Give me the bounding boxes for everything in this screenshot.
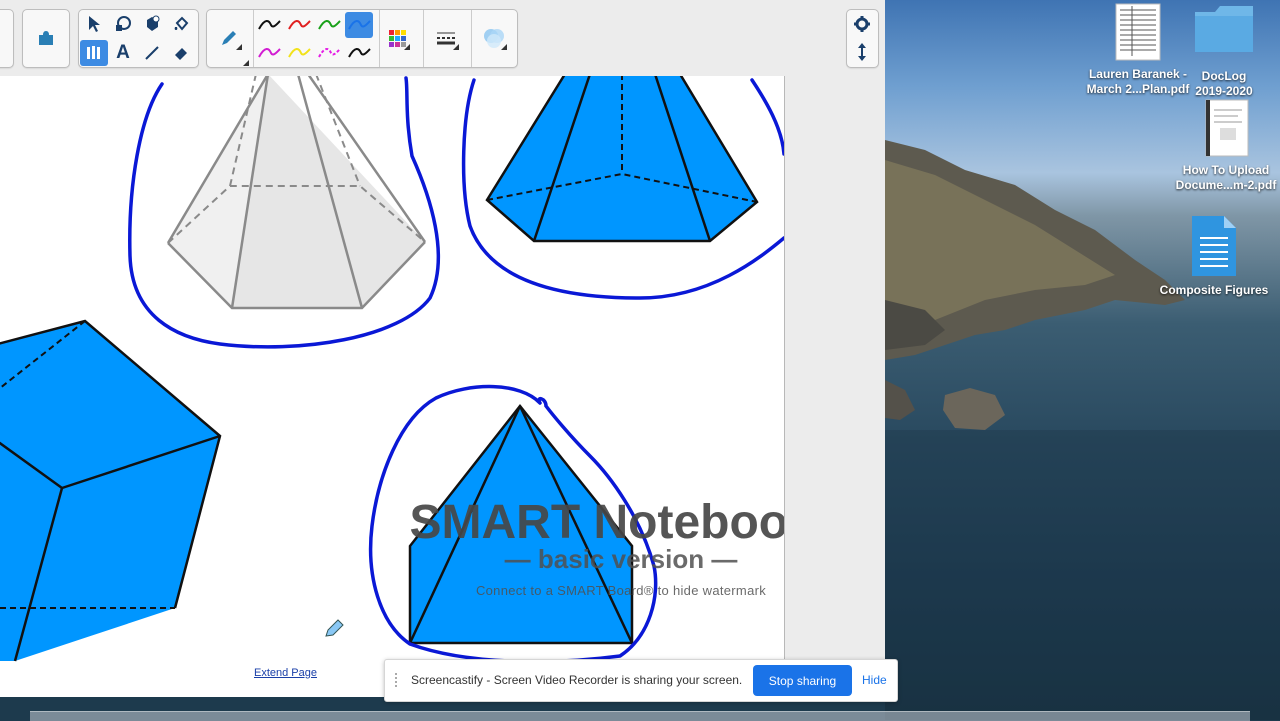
- drag-handle-icon[interactable]: [395, 673, 403, 687]
- paint-bucket-icon[interactable]: [167, 11, 195, 37]
- pdf-icon: [1205, 99, 1249, 157]
- desktop-file-how-to-upload[interactable]: How To Upload Docume...m-2.pdf: [1166, 98, 1280, 193]
- selected-pen-highlight: [345, 12, 373, 38]
- desktop-file-label: How To Upload Docume...m-2.pdf: [1175, 163, 1277, 192]
- transparency-icon[interactable]: [480, 25, 508, 51]
- pen-color-swatches[interactable]: [255, 12, 377, 66]
- puzzle-icon[interactable]: [32, 25, 60, 51]
- pen-swatch-6[interactable]: [318, 48, 341, 58]
- document-icon: [1192, 216, 1236, 276]
- pen-swatch-4[interactable]: [258, 48, 281, 58]
- page-side-gutter: [784, 76, 885, 697]
- color-grid-icon[interactable]: [383, 25, 411, 51]
- pen-swatch-5[interactable]: [288, 48, 311, 58]
- pen-swatch-7[interactable]: [348, 48, 371, 58]
- gear-icon[interactable]: [848, 11, 876, 37]
- notebook-toolbar: A: [0, 0, 885, 77]
- sharing-message: Screencastify - Screen Video Recorder is…: [411, 673, 743, 687]
- line-tool-icon[interactable]: [138, 40, 166, 66]
- screen-sharing-banner: Screencastify - Screen Video Recorder is…: [384, 659, 898, 702]
- pen-swatch-1[interactable]: [288, 20, 311, 30]
- move-toolbar-icon[interactable]: [848, 39, 876, 65]
- desktop-background: Lauren Baranek - March 2...Plan.pdf DocL…: [885, 0, 1280, 720]
- pen-swatch-0[interactable]: [258, 20, 281, 30]
- pdf-icon: [1115, 3, 1161, 61]
- stop-sharing-button[interactable]: Stop sharing: [753, 665, 852, 696]
- folder-icon: [1195, 6, 1253, 52]
- text-tool-icon[interactable]: A: [109, 40, 137, 66]
- select-arrow-icon[interactable]: [80, 11, 108, 37]
- square-pyramid-blue: [485, 76, 759, 243]
- desktop-folder-doclog[interactable]: DocLog 2019-2020: [1164, 2, 1280, 99]
- shapes-icon[interactable]: [109, 11, 137, 37]
- toolbar-group-pen-props: [206, 9, 518, 68]
- pyramid-prism-blue: [408, 403, 634, 645]
- geometry-drawing: [0, 76, 784, 664]
- toolbar-group-page: [0, 9, 14, 68]
- pen-swatch-2[interactable]: [318, 20, 341, 30]
- toolbar-group-addons: [22, 9, 70, 68]
- smart-notebook-window: A SMART Notebook — basic version — Conne…: [0, 0, 885, 697]
- pens-icon[interactable]: [80, 40, 108, 66]
- desktop-file-label: Composite Figures: [1159, 283, 1269, 297]
- hide-button[interactable]: Hide: [862, 673, 887, 687]
- fill-shapes-icon[interactable]: [138, 11, 166, 37]
- pencil-icon[interactable]: [215, 25, 243, 51]
- hexagonal-pyramid-gray: [166, 76, 427, 310]
- extend-page-link[interactable]: Extend Page: [254, 667, 317, 679]
- toolbar-group-tools: A: [78, 9, 199, 68]
- pen-cursor-icon: [325, 619, 344, 637]
- eraser-icon[interactable]: [167, 40, 195, 66]
- toolbar-group-settings: [846, 9, 879, 68]
- desktop-folder-label: DocLog 2019-2020: [1195, 69, 1253, 98]
- desktop-file-composite-figures[interactable]: Composite Figures: [1154, 214, 1274, 298]
- pentagonal-prism-blue: [0, 319, 222, 662]
- notebook-page-canvas[interactable]: SMART Notebook® — basic version — Connec…: [0, 76, 784, 697]
- line-style-icon[interactable]: [432, 25, 460, 51]
